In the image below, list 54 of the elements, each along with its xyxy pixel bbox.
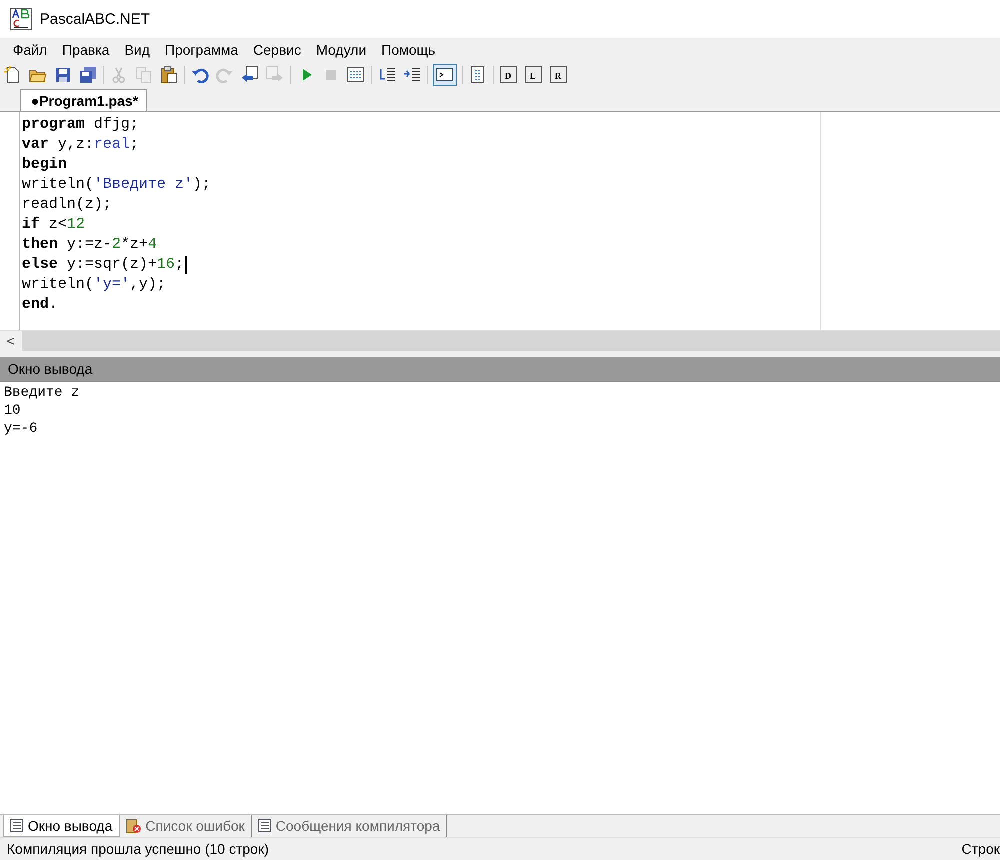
document-arrow-icon bbox=[241, 66, 259, 84]
output-panel-header: Окно вывода bbox=[0, 357, 1000, 381]
floppies-button[interactable] bbox=[78, 64, 98, 84]
status-message: Компиляция прошла успешно (10 строк) bbox=[7, 841, 270, 857]
outdent-icon bbox=[403, 66, 421, 84]
code-line: end. bbox=[21, 295, 60, 315]
copy-icon bbox=[135, 66, 153, 84]
console-button[interactable] bbox=[433, 64, 457, 86]
document-arrow-icon bbox=[266, 66, 284, 84]
panel-tab[interactable]: Список ошибок bbox=[120, 815, 252, 837]
document-arrow-button[interactable] bbox=[240, 64, 260, 84]
scissors-icon bbox=[110, 66, 128, 84]
code-line: else y:=sqr(z)+16; bbox=[20, 255, 820, 275]
panel-tab[interactable]: Сообщения компилятора bbox=[252, 815, 448, 837]
menu-item[interactable]: Правка bbox=[55, 42, 118, 58]
new-file-icon bbox=[4, 66, 22, 84]
letter-button[interactable]: L bbox=[524, 64, 544, 84]
code-line: begin bbox=[21, 155, 68, 175]
code-line: program dfjg; bbox=[21, 115, 140, 135]
code-line: then y:=z-2*z+4 bbox=[21, 235, 158, 255]
indent-icon bbox=[378, 66, 396, 84]
list-icon bbox=[10, 818, 24, 832]
code-line: readln(z); bbox=[21, 195, 114, 215]
menu-item[interactable]: Файл bbox=[6, 42, 56, 58]
code-line: writeln('y=',y); bbox=[21, 275, 168, 295]
letter-button[interactable]: D bbox=[499, 64, 519, 84]
window-icon bbox=[347, 66, 365, 84]
code-line: if z<12 bbox=[21, 215, 86, 235]
clipboard-button[interactable] bbox=[159, 64, 179, 84]
window-button[interactable] bbox=[346, 64, 366, 84]
list-icon bbox=[258, 819, 272, 833]
menu-item[interactable]: Помощь bbox=[374, 42, 444, 58]
menu-item[interactable]: Модули bbox=[309, 42, 375, 58]
scroll-left-button[interactable]: < bbox=[0, 331, 22, 351]
letter-button[interactable]: R bbox=[549, 64, 569, 84]
menu-item[interactable]: Вид bbox=[118, 42, 158, 58]
console-icon bbox=[436, 66, 454, 84]
clipboard-icon bbox=[160, 66, 178, 84]
clipboard-error-icon bbox=[126, 818, 142, 834]
menu-item[interactable]: Программа bbox=[158, 42, 246, 58]
code-line: writeln('Введите z'); bbox=[21, 175, 212, 195]
floppy-icon bbox=[54, 66, 72, 84]
app-logo-icon bbox=[10, 8, 32, 30]
panel-tab[interactable]: Окно вывода bbox=[3, 815, 120, 837]
output-line: y=-6 bbox=[4, 420, 39, 438]
editor-tab[interactable]: ●Program1.pas* bbox=[20, 89, 148, 111]
code-line: var y,z:real; bbox=[21, 135, 140, 155]
floppies-icon bbox=[79, 66, 97, 84]
cursor-position: Строк bbox=[962, 841, 1000, 857]
output-line: 10 bbox=[4, 402, 22, 420]
document-icon bbox=[469, 66, 487, 84]
menu-item[interactable]: Сервис bbox=[246, 42, 310, 58]
window-title: PascalABC.NET bbox=[40, 10, 150, 28]
output-line: Введите z bbox=[4, 384, 81, 402]
